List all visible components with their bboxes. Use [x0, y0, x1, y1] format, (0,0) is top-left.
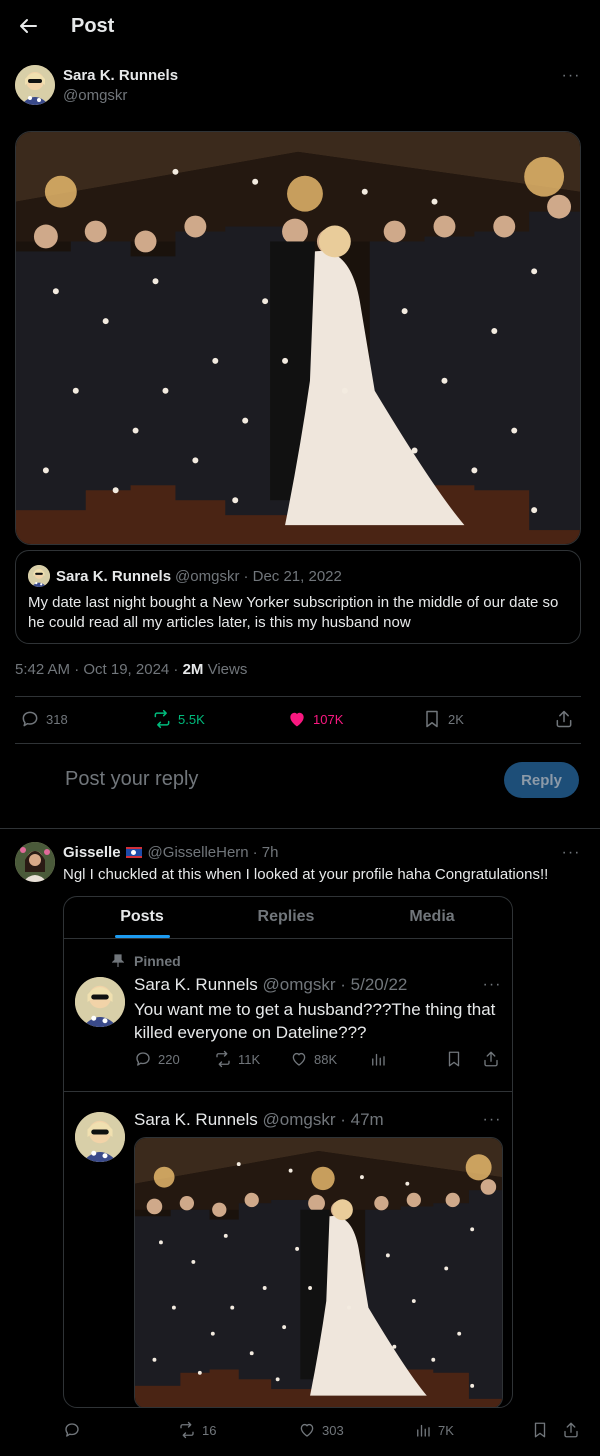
divider — [15, 696, 581, 697]
repost-icon — [216, 1050, 230, 1068]
post-author-name[interactable]: Sara K. Runnels — [134, 1110, 258, 1129]
quoted-author-handle: @omgskr — [175, 567, 240, 585]
repost-count: 16 — [202, 1422, 217, 1438]
heart-icon — [300, 1423, 314, 1437]
heart-icon — [292, 1052, 306, 1066]
reply-icon — [65, 1423, 79, 1437]
more-options-icon[interactable]: ··· — [561, 845, 581, 867]
top-bar: Post — [0, 0, 600, 54]
reply-header: Gisselle @GisselleHern · 7h — [63, 844, 279, 861]
avatar[interactable] — [75, 977, 125, 1027]
back-arrow-icon[interactable] — [16, 14, 40, 38]
reply-author-name[interactable]: Gisselle — [63, 844, 121, 861]
reply-text: Ngl I chuckled at this when I looked at … — [63, 866, 549, 883]
reply-button[interactable]: Reply — [504, 762, 579, 798]
like-action[interactable]: 88K — [290, 1050, 337, 1068]
post-header: Sara K. Runnels @omgskr · 47m — [134, 1110, 384, 1130]
reply-count: 220 — [158, 1051, 180, 1067]
tab-media[interactable]: Media — [359, 897, 505, 937]
reply-action[interactable] — [63, 1421, 81, 1439]
quoted-post-header: Sara K. Runnels @omgskr · Dec 21, 2022 — [28, 565, 342, 587]
profile-card[interactable]: Posts Replies Media Pinned Sara K. Runne… — [63, 896, 513, 1408]
share-action[interactable] — [562, 1421, 580, 1439]
share-icon — [564, 1422, 578, 1438]
post-photo[interactable] — [15, 131, 581, 545]
views-count: 7K — [438, 1422, 454, 1438]
reply-action[interactable]: 318 — [20, 709, 68, 729]
like-count: 107K — [313, 711, 344, 727]
views-count: 2M — [182, 661, 204, 678]
tab-replies[interactable]: Replies — [213, 897, 359, 937]
views-label: Views — [203, 661, 248, 678]
repost-icon — [180, 1421, 194, 1439]
more-options-icon[interactable]: ··· — [482, 977, 502, 999]
quoted-author-name: Sara K. Runnels — [56, 567, 172, 585]
more-options-icon[interactable]: ··· — [482, 1112, 502, 1134]
bookmark-icon — [426, 710, 438, 728]
heart-filled-icon — [290, 712, 304, 727]
divider — [64, 1091, 512, 1092]
views-icon — [372, 1053, 385, 1066]
post-date: · 5/20/22 — [340, 975, 408, 994]
quoted-text: My date last night bought a New Yorker s… — [28, 594, 559, 631]
repost-action[interactable]: 16 — [178, 1421, 216, 1439]
tab-posts[interactable]: Posts — [64, 897, 220, 937]
post-header: Sara K. Runnels @omgskr · 5/20/22 — [134, 975, 407, 995]
divider — [64, 938, 512, 939]
post-date: · 47m — [340, 1110, 384, 1129]
reply-author-handle[interactable]: @GisselleHern — [148, 844, 249, 861]
repost-count: 5.5K — [178, 711, 205, 727]
avatar[interactable] — [15, 65, 55, 105]
page-title: Post — [71, 15, 115, 37]
avatar — [28, 565, 50, 587]
post-author-handle[interactable]: @omgskr — [263, 975, 336, 994]
divider — [15, 743, 581, 744]
more-options-icon[interactable]: ··· — [561, 68, 581, 90]
post-meta: 5:42 AM · Oct 19, 2024 · 2M Views — [15, 661, 247, 678]
views-action[interactable] — [369, 1050, 387, 1068]
post-author-name[interactable]: Sara K. Runnels — [134, 975, 258, 994]
reply-input[interactable]: Post your reply — [65, 768, 198, 791]
repost-icon — [154, 709, 170, 729]
belize-flag-icon — [125, 847, 142, 858]
post-text: You want me to get a husband???The thing… — [134, 1000, 496, 1042]
views-action[interactable]: 7K — [414, 1421, 454, 1439]
quoted-date: · Dec 21, 2022 — [243, 567, 342, 585]
bookmark-icon — [534, 1422, 546, 1438]
bookmark-count: 2K — [448, 711, 464, 727]
repost-action[interactable]: 5.5K — [152, 709, 205, 729]
bookmark-action[interactable] — [445, 1050, 463, 1068]
post-timestamp[interactable]: 5:42 AM · Oct 19, 2024 · — [15, 661, 183, 678]
share-icon — [556, 710, 572, 728]
share-action[interactable] — [554, 709, 574, 729]
pin-icon — [112, 954, 124, 967]
divider — [0, 828, 600, 829]
pinned-label: Pinned — [134, 953, 181, 969]
repost-count: 11K — [238, 1051, 261, 1067]
like-action[interactable]: 107K — [287, 709, 343, 729]
like-count: 303 — [322, 1422, 344, 1438]
avatar[interactable] — [75, 1112, 125, 1162]
views-icon — [417, 1424, 430, 1437]
post-photo[interactable] — [134, 1137, 503, 1407]
reply-icon — [22, 711, 38, 727]
share-action[interactable] — [482, 1050, 500, 1068]
author-name[interactable]: Sara K. Runnels — [63, 67, 178, 84]
reply-action[interactable]: 220 — [134, 1050, 180, 1068]
author-handle[interactable]: @omgskr — [63, 87, 127, 104]
reply-time: · 7h — [252, 844, 279, 861]
post-author-handle[interactable]: @omgskr — [263, 1110, 336, 1129]
bookmark-action[interactable] — [531, 1421, 549, 1439]
bookmark-action[interactable]: 2K — [422, 709, 464, 729]
reply-icon — [136, 1052, 150, 1066]
share-icon — [484, 1051, 498, 1067]
repost-action[interactable]: 11K — [214, 1050, 260, 1068]
like-count: 88K — [314, 1051, 338, 1067]
reply-count: 318 — [46, 711, 68, 727]
bookmark-icon — [448, 1051, 460, 1067]
like-action[interactable]: 303 — [298, 1421, 344, 1439]
quoted-post[interactable]: Sara K. Runnels @omgskr · Dec 21, 2022 M… — [15, 550, 581, 644]
avatar[interactable] — [15, 842, 55, 882]
